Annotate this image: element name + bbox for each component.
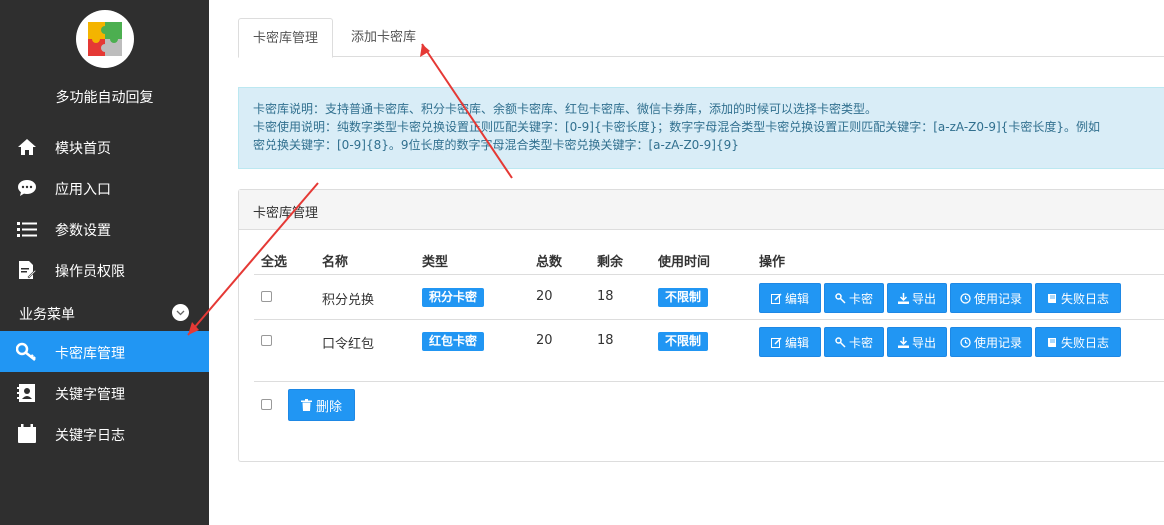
export-button[interactable]: 导出 (887, 327, 947, 357)
app-name: 多功能自动回复 (55, 90, 154, 106)
tab-bar: 卡密库管理 添加卡密库 (238, 18, 1164, 58)
type-badge: 红包卡密 (422, 332, 485, 351)
edit-label: 编辑 (784, 335, 809, 350)
row-name: 口令红包 (322, 337, 375, 352)
contact-book-icon (16, 382, 38, 404)
panel-title: 卡密库管理 (239, 190, 1164, 230)
row-divider (254, 319, 1164, 320)
clock-icon (960, 292, 971, 304)
sidebar: 多功能自动回复 模块首页 应用入口 参数设置 操作员权限 业务菜单 卡密库管理 … (0, 0, 209, 525)
type-badge: 积分卡密 (422, 288, 485, 307)
chevron-down-icon[interactable] (172, 304, 189, 321)
sidebar-item-label: 模块首页 (55, 141, 111, 157)
sidebar-item-settings[interactable]: 参数设置 (0, 208, 209, 249)
sidebar-item-label: 关键字日志 (55, 428, 125, 444)
alert-line-1: 卡密库说明：支持普通卡密库、积分卡密库、余额卡密库、红包卡密库、微信卡券库，添加… (253, 102, 878, 116)
sidebar-item-home[interactable]: 模块首页 (0, 126, 209, 167)
card-key-button[interactable]: 卡密 (824, 327, 884, 357)
usage-record-button[interactable]: 使用记录 (950, 327, 1032, 357)
info-alert: 卡密库说明：支持普通卡密库、积分卡密库、余额卡密库、红包卡密库、微信卡券库，添加… (238, 87, 1164, 169)
delete-label: 删除 (315, 399, 342, 415)
key-icon (835, 336, 846, 348)
col-header-type: 类型 (422, 255, 449, 270)
book-icon (1047, 293, 1056, 303)
app-logo (76, 10, 134, 68)
tab-add-card-library[interactable]: 添加卡密库 (337, 18, 430, 57)
sidebar-item-label: 参数设置 (55, 223, 111, 239)
edit-label: 编辑 (784, 291, 809, 306)
row-checkbox[interactable] (261, 335, 272, 346)
card-key-label: 卡密 (848, 291, 873, 306)
home-icon (16, 136, 38, 158)
usage-record-label: 使用记录 (973, 335, 1022, 350)
col-header-select-all: 全选 (261, 255, 288, 270)
col-header-total: 总数 (536, 255, 563, 270)
delete-button[interactable]: 删除 (288, 389, 355, 421)
document-edit-icon (16, 259, 38, 281)
sidebar-item-label: 卡密库管理 (55, 346, 125, 362)
col-header-time: 使用时间 (658, 255, 711, 270)
sidebar-item-label: 应用入口 (55, 182, 111, 198)
row-name: 积分兑换 (322, 293, 375, 308)
trash-icon (300, 399, 312, 411)
row-total: 20 (536, 333, 553, 348)
select-all-checkbox[interactable] (261, 399, 272, 410)
calendar-icon (16, 423, 38, 445)
download-icon (897, 292, 909, 304)
col-header-remain: 剩余 (597, 255, 624, 270)
puzzle-logo-icon (88, 22, 122, 56)
row-checkbox[interactable] (261, 291, 272, 302)
sidebar-item-app-entry[interactable]: 应用入口 (0, 167, 209, 208)
alert-line-3: 密兑换关键字：[0-9]{8}。9位长度的数字字母混合类型卡密兑换关键字：[a-… (253, 138, 739, 152)
business-menu-section[interactable]: 业务菜单 (0, 300, 209, 326)
time-badge: 不限制 (658, 288, 709, 307)
section-label: 业务菜单 (19, 307, 75, 323)
export-button[interactable]: 导出 (887, 283, 947, 313)
sidebar-item-keyword-manage[interactable]: 关键字管理 (0, 372, 209, 413)
card-library-panel: 卡密库管理 全选 名称 类型 总数 剩余 使用时间 操作 积分兑换 积分卡密 2… (238, 189, 1164, 462)
row-divider (254, 274, 1164, 275)
sidebar-item-keyword-log[interactable]: 关键字日志 (0, 413, 209, 454)
usage-record-label: 使用记录 (973, 291, 1022, 306)
chat-icon (16, 177, 38, 199)
sidebar-item-operator[interactable]: 操作员权限 (0, 249, 209, 290)
sidebar-item-card-library[interactable]: 卡密库管理 (0, 331, 209, 372)
fail-log-label: 失败日志 (1060, 335, 1109, 350)
time-badge: 不限制 (658, 332, 709, 351)
sidebar-item-label: 操作员权限 (55, 264, 125, 280)
tab-card-library-manage[interactable]: 卡密库管理 (238, 18, 334, 58)
edit-icon (770, 336, 782, 348)
edit-icon (770, 292, 782, 304)
export-label: 导出 (911, 335, 936, 350)
fail-log-button[interactable]: 失败日志 (1035, 283, 1121, 313)
col-header-name: 名称 (322, 255, 349, 270)
sidebar-item-label: 关键字管理 (55, 387, 125, 403)
alert-line-2: 卡密使用说明：纯数字类型卡密兑换设置正则匹配关键字：[0-9]{卡密长度}；数字… (253, 120, 1100, 134)
book-icon (1047, 337, 1056, 347)
edit-button[interactable]: 编辑 (759, 283, 821, 313)
row-remain: 18 (597, 333, 614, 348)
key-icon (16, 341, 38, 363)
edit-button[interactable]: 编辑 (759, 327, 821, 357)
row-remain: 18 (597, 289, 614, 304)
download-icon (897, 336, 909, 348)
row-total: 20 (536, 289, 553, 304)
card-key-label: 卡密 (848, 335, 873, 350)
fail-log-button[interactable]: 失败日志 (1035, 327, 1121, 357)
clock-icon (960, 336, 971, 348)
usage-record-button[interactable]: 使用记录 (950, 283, 1032, 313)
col-header-actions: 操作 (759, 255, 786, 270)
fail-log-label: 失败日志 (1060, 291, 1109, 306)
export-label: 导出 (911, 291, 936, 306)
row-divider (254, 381, 1164, 382)
key-icon (835, 292, 846, 304)
settings-list-icon (16, 218, 38, 240)
card-key-button[interactable]: 卡密 (824, 283, 884, 313)
